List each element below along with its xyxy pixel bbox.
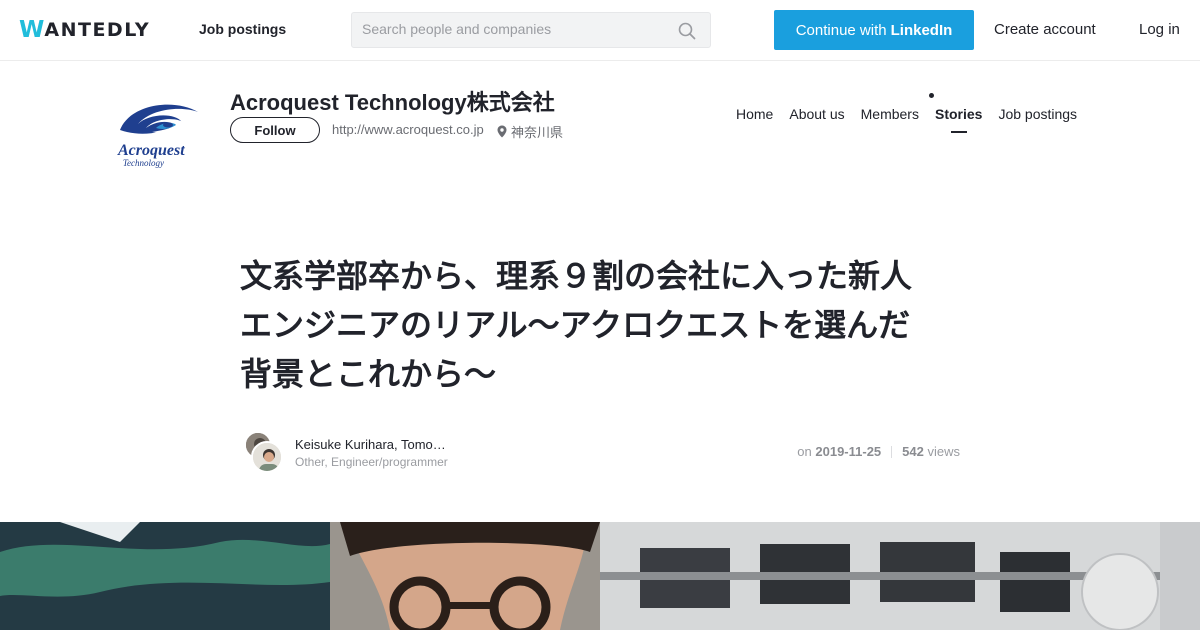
view-count: 542 bbox=[902, 444, 924, 459]
date-prefix: on bbox=[797, 444, 812, 459]
author-avatars[interactable] bbox=[244, 431, 286, 473]
search-input[interactable] bbox=[362, 21, 662, 37]
story-meta: on 2019-11-25 542 views bbox=[797, 444, 960, 459]
story-title-line: 背景とこれから～ bbox=[240, 355, 497, 393]
tab-job-postings[interactable]: Job postings bbox=[998, 106, 1077, 122]
continue-with-linkedin-button[interactable]: Continue with LinkedIn bbox=[774, 10, 974, 50]
follow-button[interactable]: Follow bbox=[230, 117, 320, 143]
tab-about-us[interactable]: About us bbox=[789, 106, 844, 122]
tab-home[interactable]: Home bbox=[736, 106, 773, 122]
company-name[interactable]: Acroquest Technology株式会社 bbox=[230, 85, 555, 117]
cover-photo bbox=[0, 522, 1200, 630]
linkedin-button-prefix: Continue with bbox=[795, 21, 887, 39]
search-box[interactable] bbox=[351, 12, 711, 48]
tab-stories-label: Stories bbox=[934, 106, 983, 122]
location-text: 神奈川県 bbox=[511, 125, 564, 140]
job-postings-link[interactable]: Job postings bbox=[199, 21, 286, 37]
tab-members[interactable]: Members bbox=[861, 106, 919, 122]
avatar[interactable] bbox=[251, 441, 283, 473]
company-url-link[interactable]: http://www.acroquest.co.jp bbox=[332, 122, 484, 137]
author-roles: Other, Engineer/programmer bbox=[295, 455, 448, 469]
meta-divider bbox=[891, 445, 893, 458]
story-title: 文系学部卒から、理系９割の会社に入った新人 エンジニアのリアル～アクロクエストを… bbox=[240, 252, 970, 399]
company-location: 神奈川県 bbox=[497, 122, 563, 141]
company-nav: Home About us Members Stories Job postin… bbox=[736, 93, 1093, 133]
new-indicator-dot bbox=[928, 93, 934, 98]
tab-stories[interactable]: Stories bbox=[928, 93, 983, 133]
author-names[interactable]: Keisuke Kurihara, Tomo… bbox=[295, 437, 446, 452]
company-logo[interactable]: Acroquest Technology bbox=[112, 98, 208, 172]
search-icon[interactable] bbox=[678, 22, 696, 40]
story-title-line: 文系学部卒から、理系９割の会社に入った新人 bbox=[240, 257, 913, 295]
logo-w: W bbox=[19, 17, 44, 43]
create-account-link[interactable]: Create account bbox=[994, 21, 1096, 38]
story-title-line: エンジニアのリアル～アクロクエストを選んだ bbox=[240, 306, 911, 344]
wantedly-logo[interactable]: W ANTEDLY bbox=[19, 17, 151, 43]
company-logo-subtext: Technology bbox=[122, 158, 164, 168]
map-pin-icon bbox=[497, 125, 507, 138]
linkedin-button-brand: LinkedIn bbox=[890, 21, 953, 39]
publish-date: 2019-11-25 bbox=[815, 444, 882, 459]
top-header: WANTEDLY Job postings Continue withLinke… bbox=[0, 0, 1200, 61]
views-label: views bbox=[927, 444, 960, 459]
login-link[interactable]: Log in bbox=[1139, 21, 1180, 38]
logo-text: ANTEDLY bbox=[44, 19, 151, 41]
story-cover-image bbox=[0, 522, 1200, 630]
